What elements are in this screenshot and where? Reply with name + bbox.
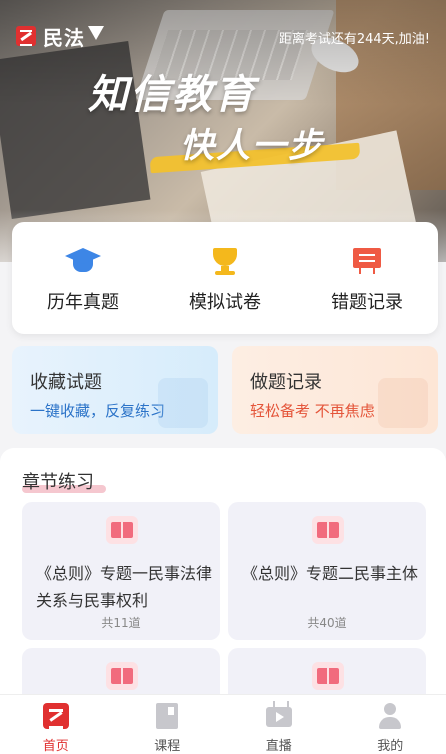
- chapter-card[interactable]: 《总则》专题二民事主体 共40道: [228, 502, 426, 640]
- mock-exams-button[interactable]: 模拟试卷: [154, 222, 296, 334]
- whiteboard-icon: [347, 246, 387, 276]
- tab-label: 直播: [265, 739, 292, 754]
- tab-label: 首页: [42, 739, 69, 754]
- banner-slogan-line2: 快人一步: [180, 126, 324, 166]
- chapter-practice-section: 章节练习 《总则》专题一民事法律关系与民事权利 共11道 《总则》专题二民事主体…: [0, 448, 446, 754]
- course-book-icon: [154, 703, 180, 729]
- chapter-card[interactable]: 《总则》专题一民事法律关系与民事权利 共11道: [22, 502, 220, 640]
- past-exams-button[interactable]: 历年真题: [12, 222, 154, 334]
- tab-label: 我的: [377, 739, 404, 754]
- banner-slogan-line1: 知信教育: [88, 72, 256, 118]
- trophy-icon: [205, 246, 245, 276]
- wrong-answers-button[interactable]: 错题记录: [296, 222, 438, 334]
- top-bar: 民法 距离考试还有244天,加油!: [0, 18, 446, 52]
- section-heading: 章节练习: [22, 472, 94, 493]
- practice-history-card[interactable]: 做题记录 轻松备考 不再焦虑: [232, 346, 438, 434]
- home-icon: [42, 703, 69, 729]
- quick-action-label: 错题记录: [331, 292, 403, 313]
- tab-live[interactable]: 直播: [223, 695, 335, 754]
- bottom-tab-bar: 首页 课程 直播 我的: [0, 694, 446, 754]
- graduation-cap-icon: [63, 246, 103, 276]
- book-icon: [312, 516, 344, 544]
- tab-home[interactable]: 首页: [0, 695, 112, 754]
- quick-action-label: 历年真题: [47, 292, 119, 313]
- quick-actions-card: 历年真题 模拟试卷 错题记录: [12, 222, 438, 334]
- tab-profile[interactable]: 我的: [335, 695, 446, 754]
- chapter-card-count: 共11道: [101, 616, 141, 630]
- book-icon: [312, 662, 344, 690]
- subject-selector[interactable]: 民法: [43, 22, 85, 51]
- quick-action-label: 模拟试卷: [189, 292, 261, 313]
- history-decor-icon: [378, 378, 428, 428]
- chapter-card-title: 《总则》专题二民事主体: [242, 564, 419, 583]
- caret-down-icon[interactable]: [88, 26, 104, 40]
- chapter-card-count: 共40道: [307, 616, 347, 630]
- tab-label: 课程: [154, 739, 181, 754]
- favorites-card[interactable]: 收藏试题 一键收藏，反复练习: [12, 346, 218, 434]
- user-icon: [377, 703, 403, 729]
- app-logo-icon: [16, 26, 36, 46]
- book-icon: [106, 662, 138, 690]
- live-tv-icon: [265, 703, 292, 729]
- tab-courses[interactable]: 课程: [112, 695, 224, 754]
- exam-countdown: 距离考试还有244天,加油!: [278, 32, 430, 47]
- book-icon: [106, 516, 138, 544]
- favorites-decor-icon: [158, 378, 208, 428]
- chapter-card-title: 《总则》专题一民事法律关系与民事权利: [36, 564, 213, 610]
